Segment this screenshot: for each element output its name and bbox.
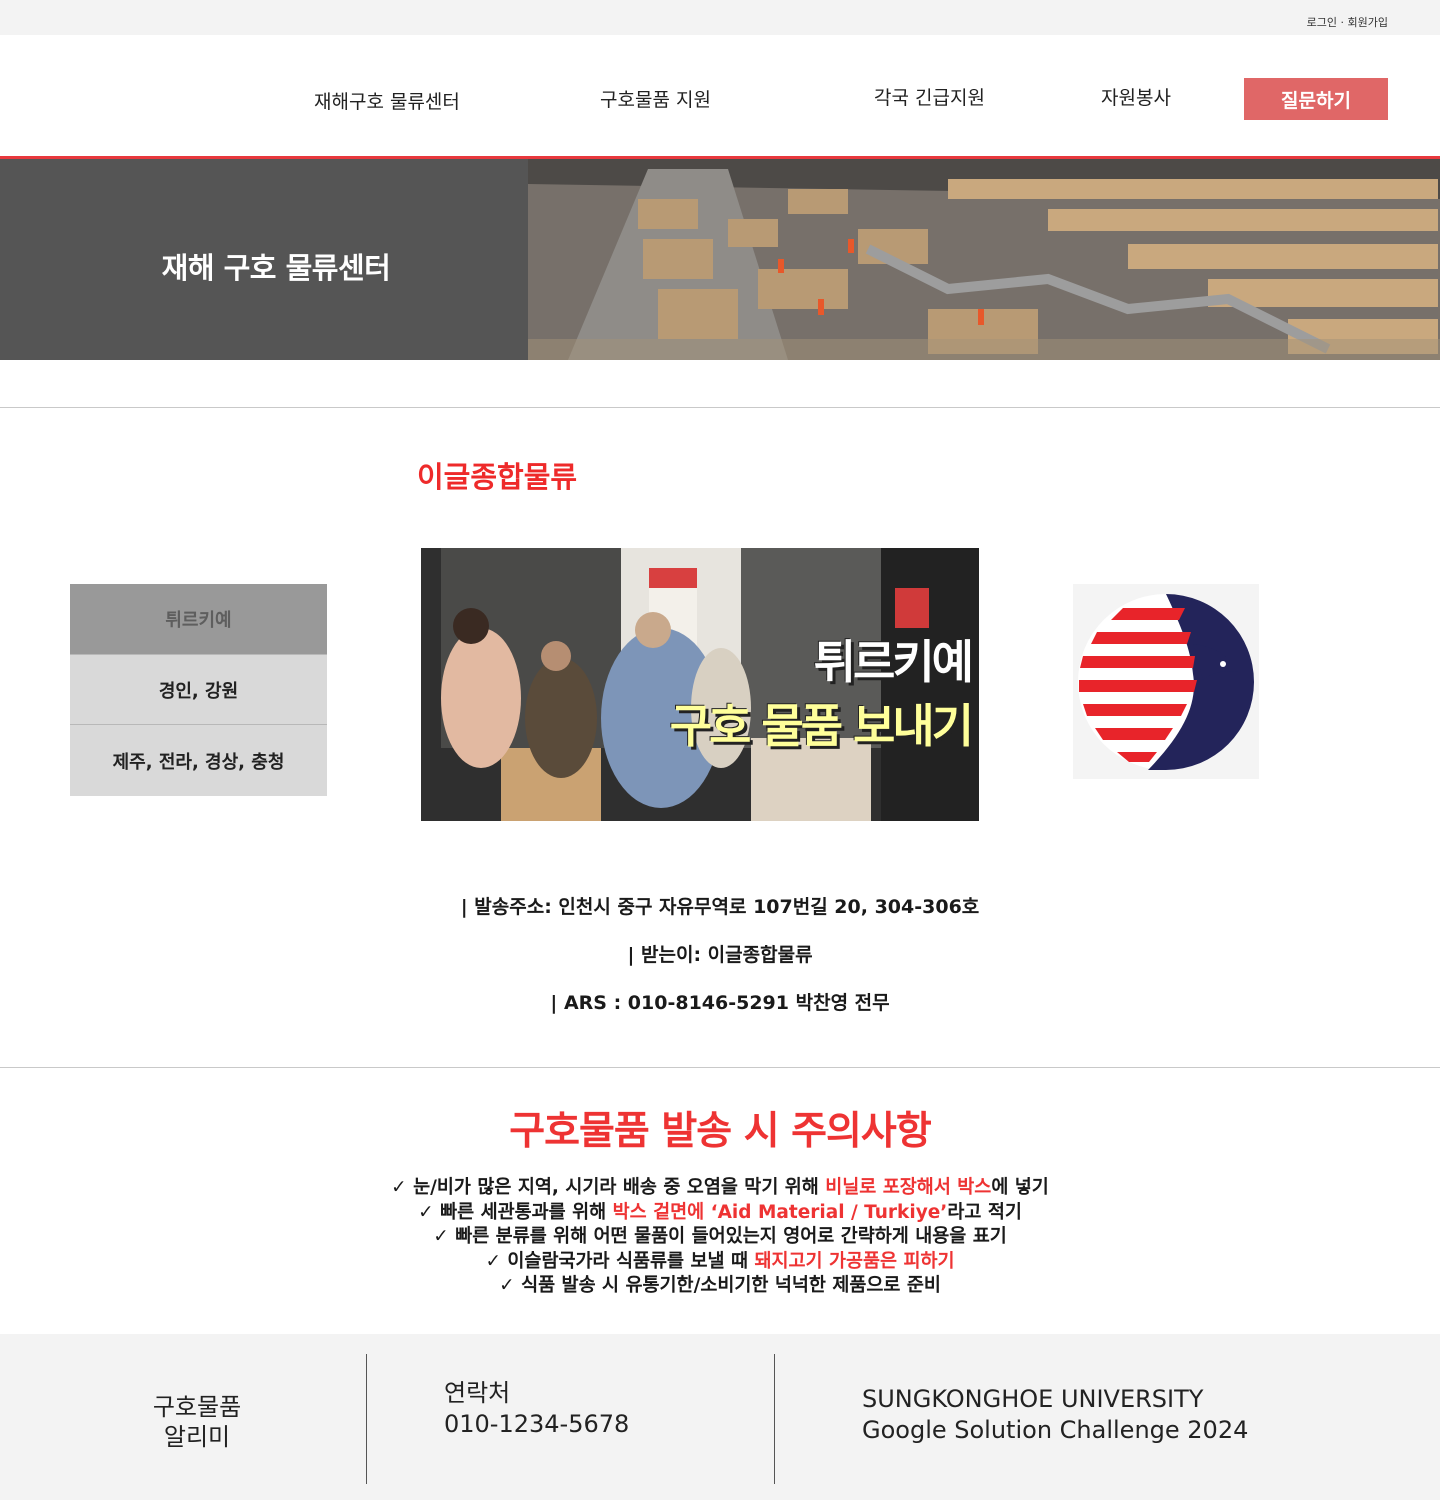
shipping-address: | 발송주소: 인천시 중구 자유무역로 107번길 20, 304-306호 [0, 892, 1440, 919]
shipping-address-text: 발송주소: 인천시 중구 자유무역로 107번길 20, 304-306호 [474, 896, 980, 918]
notice-list: ✓ 눈/비가 많은 지역, 시기라 배송 중 오염을 막기 위해 비닐로 포장해… [0, 1176, 1440, 1299]
hero-title: 재해 구호 물류센터 [161, 251, 391, 285]
photo-caption-line2: 구호 물품 보내기 [669, 699, 974, 753]
eagle-logo-icon [1078, 594, 1254, 770]
region-tab-gyeongin-gangwon[interactable]: 경인, 강원 [70, 654, 327, 724]
notice-item: ✓ 빠른 분류를 위해 어떤 물품이 들어있는지 영어로 간략하게 내용을 표기 [0, 1225, 1440, 1250]
company-title: 이글종합물류 [417, 460, 578, 494]
footer-divider [366, 1354, 367, 1484]
notice-text: 라고 적기 [947, 1201, 1022, 1223]
footer-school: SUNGKONGHOE UNIVERSITY Google Solution C… [862, 1384, 1248, 1446]
region-menu: 튀르키예 경인, 강원 제주, 전라, 경상, 충청 [70, 584, 327, 796]
recipient-text: 받는이: 이글종합물류 [641, 944, 813, 966]
notice-text: 이슬람국가라 식품류를 보낼 때 [507, 1250, 755, 1272]
photo-caption-line1: 튀르키예 [813, 635, 974, 689]
notice-highlight: 비닐로 포장해서 박스 [825, 1177, 992, 1198]
footer-contact-phone: 010-1234-5678 [444, 1410, 630, 1438]
ask-question-button[interactable]: 질문하기 [1244, 78, 1388, 120]
nav-item-relief-supply[interactable]: 구호물품 지원 [600, 85, 711, 112]
nav-item-volunteer[interactable]: 자원봉사 [1101, 83, 1171, 110]
notice-highlight: 돼지고기 가공품은 피하기 [754, 1250, 955, 1272]
info-bar: | [460, 896, 468, 918]
signup-link[interactable]: 회원가입 [1348, 16, 1388, 29]
notice-item: ✓ 이슬람국가라 식품류를 보낼 때 돼지고기 가공품은 피하기 [0, 1250, 1440, 1275]
section-divider-bottom [0, 1067, 1440, 1068]
footer-challenge-name: Google Solution Challenge 2024 [862, 1416, 1249, 1444]
ars-contact: | ARS : 010-8146-5291 박찬영 전무 [0, 988, 1440, 1015]
notice-highlight: 박스 겉면에 ‘Aid Material / Turkiye’ [612, 1201, 948, 1223]
eagle-logistics-logo [1073, 584, 1259, 779]
footer-brand-line2: 알리미 [163, 1423, 231, 1451]
footer-brand-line1: 구호물품 [152, 1393, 242, 1421]
warehouse-illustration [528, 159, 1440, 360]
notice-item: ✓ 눈/비가 많은 지역, 시기라 배송 중 오염을 막기 위해 비닐로 포장해… [0, 1176, 1440, 1201]
warehouse-image [528, 159, 1440, 360]
notice-title: 구호물품 발송 시 주의사항 [509, 1109, 931, 1154]
notice-text: 식품 발송 시 유통기한/소비기한 넉넉한 제품으로 준비 [521, 1275, 941, 1296]
info-bar: | [627, 944, 635, 966]
login-link[interactable]: 로그인 [1307, 16, 1337, 29]
footer-divider [774, 1354, 775, 1484]
auth-links: 로그인 · 회원가입 [1307, 14, 1388, 30]
notice-item: ✓ 식품 발송 시 유통기한/소비기한 넉넉한 제품으로 준비 [0, 1274, 1440, 1299]
info-bar: | [550, 992, 558, 1014]
section-divider-top [0, 407, 1440, 408]
nav-item-emergency-aid[interactable]: 각국 긴급지원 [874, 83, 985, 110]
check-icon: ✓ [391, 1177, 407, 1198]
notice-item: ✓ 빠른 세관통과를 위해 박스 겉면에 ‘Aid Material / Tur… [0, 1201, 1440, 1226]
notice-text: 빠른 분류를 위해 어떤 물품이 들어있는지 영어로 간략하게 내용을 표기 [455, 1226, 1007, 1247]
footer-school-name: SUNGKONGHOE UNIVERSITY [862, 1385, 1204, 1413]
auth-separator: · [1340, 16, 1345, 29]
footer: 구호물품 알리미 연락처 010-1234-5678 SUNGKONGHOE U… [0, 1334, 1440, 1500]
nav-item-logistics-center[interactable]: 재해구호 물류센터 [314, 87, 460, 114]
footer-contact-label: 연락처 [444, 1379, 511, 1407]
check-icon: ✓ [418, 1201, 434, 1223]
region-tab-jeju-jeolla[interactable]: 제주, 전라, 경상, 충청 [70, 724, 327, 796]
check-icon: ✓ [485, 1250, 501, 1272]
recipient: | 받는이: 이글종합물류 [0, 940, 1440, 967]
top-utility-bar: 로그인 · 회원가입 [0, 0, 1440, 35]
check-icon: ✓ [433, 1226, 449, 1247]
relief-photo: 튀르키예 구호 물품 보내기 [421, 548, 979, 821]
ars-contact-text: ARS : 010-8146-5291 박찬영 전무 [563, 992, 890, 1014]
region-tab-turkiye[interactable]: 튀르키예 [70, 584, 327, 654]
notice-text: 눈/비가 많은 지역, 시기라 배송 중 오염을 막기 위해 [413, 1177, 826, 1198]
notice-text: 빠른 세관통과를 위해 [440, 1201, 613, 1223]
notice-text: 에 넣기 [991, 1177, 1049, 1198]
main-nav: 재해구호 물류센터 구호물품 지원 각국 긴급지원 자원봉사 질문하기 [0, 35, 1440, 156]
hero-banner: 재해 구호 물류센터 [0, 159, 528, 360]
footer-brand: 구호물품 알리미 [100, 1392, 294, 1452]
footer-contact: 연락처 010-1234-5678 [444, 1378, 629, 1440]
check-icon: ✓ [499, 1275, 515, 1296]
